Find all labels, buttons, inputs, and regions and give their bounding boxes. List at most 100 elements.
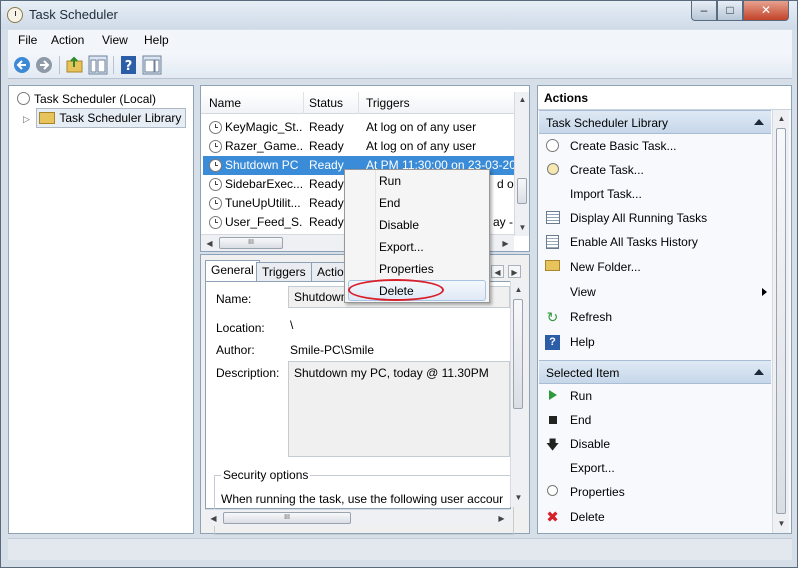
context-menu-properties[interactable]: Properties: [379, 262, 434, 276]
back-icon[interactable]: [12, 55, 32, 75]
scroll-down-icon[interactable]: ▼: [775, 517, 788, 530]
scroll-left-icon[interactable]: ◀: [207, 512, 220, 525]
tab-triggers[interactable]: Triggers: [256, 262, 312, 282]
task-name: SidebarExec...: [225, 177, 303, 191]
action-label: New Folder...: [570, 260, 641, 274]
scroll-right-icon[interactable]: ▶: [495, 512, 508, 525]
scroll-left-icon[interactable]: ◀: [203, 237, 216, 250]
clock-icon: [17, 92, 30, 105]
action-label: Disable: [570, 437, 611, 451]
scroll-up-icon[interactable]: ▲: [512, 283, 525, 296]
task-list-vertical-scrollbar[interactable]: ▲ ▼: [514, 92, 529, 236]
action-create-task[interactable]: Create Task...: [539, 159, 771, 181]
action-label: Properties: [570, 485, 625, 499]
scroll-up-icon[interactable]: ▲: [775, 112, 788, 125]
action-delete[interactable]: ✖ Delete: [539, 506, 771, 528]
task-status: Ready: [309, 139, 344, 153]
folder-icon: [545, 260, 560, 275]
column-divider[interactable]: [358, 92, 359, 114]
scroll-up-icon[interactable]: ▲: [516, 93, 529, 106]
general-tab-content: Name: Shutdown Location: \ Author: Smile…: [205, 281, 514, 535]
scroll-thumb[interactable]: [517, 178, 527, 204]
context-menu-export[interactable]: Export...: [379, 240, 424, 254]
task-clock-icon: [209, 121, 222, 134]
task-name: Shutdown PC: [225, 158, 299, 172]
play-icon: [545, 389, 560, 404]
action-help[interactable]: ? Help: [539, 331, 771, 353]
column-triggers[interactable]: Triggers: [366, 96, 410, 110]
task-name: Razer_Game...: [225, 139, 303, 153]
action-enable-history[interactable]: Enable All Tasks History: [539, 231, 771, 253]
menu-bar: File Action View Help: [8, 30, 792, 51]
action-properties[interactable]: Properties: [539, 481, 771, 503]
action-refresh[interactable]: ↻ Refresh: [539, 306, 771, 328]
scroll-down-icon[interactable]: ▼: [512, 491, 525, 504]
scroll-thumb[interactable]: III: [219, 237, 283, 249]
svg-text:?: ?: [125, 59, 133, 74]
minimize-button[interactable]: –: [691, 1, 717, 21]
actions-vertical-scrollbar[interactable]: ▲ ▼: [772, 110, 789, 533]
help-icon[interactable]: ?: [119, 55, 139, 75]
toolbar: ?: [8, 51, 792, 79]
action-disable[interactable]: 🡇 Disable: [539, 433, 771, 455]
task-clock-icon: [209, 178, 222, 191]
menu-help[interactable]: Help: [144, 33, 169, 47]
menu-action[interactable]: Action: [51, 33, 84, 47]
section-task-scheduler-library[interactable]: Task Scheduler Library: [539, 110, 771, 134]
tab-scroll-left-icon[interactable]: ◀: [491, 265, 504, 278]
column-name[interactable]: Name: [209, 96, 241, 110]
section-selected-item[interactable]: Selected Item: [539, 360, 771, 384]
details-horizontal-scrollbar[interactable]: ◀ III ▶: [205, 509, 510, 526]
action-new-folder[interactable]: New Folder...: [539, 256, 771, 278]
toolbar-separator: [113, 56, 114, 74]
forward-icon[interactable]: [34, 55, 54, 75]
scroll-right-icon[interactable]: ▶: [499, 237, 512, 250]
show-hide-console-tree-icon[interactable]: [88, 55, 108, 75]
tab-general[interactable]: General: [205, 260, 260, 283]
scroll-thumb[interactable]: III: [223, 512, 351, 524]
context-menu-end[interactable]: End: [379, 196, 400, 210]
tree-item-library[interactable]: Task Scheduler Library: [36, 108, 187, 128]
console-tree: Task Scheduler (Local) ▷ Task Scheduler …: [8, 85, 194, 534]
action-label: Delete: [570, 510, 605, 524]
scroll-thumb[interactable]: [513, 299, 523, 409]
scroll-thumb[interactable]: [776, 128, 786, 514]
action-end[interactable]: End: [539, 409, 771, 431]
details-vertical-scrollbar[interactable]: ▲ ▼: [510, 281, 526, 507]
task-name: User_Feed_S...: [225, 215, 303, 229]
expand-arrow-icon[interactable]: ▷: [23, 110, 33, 128]
action-label: End: [570, 413, 592, 427]
task-clock-icon: [209, 159, 222, 172]
column-status[interactable]: Status: [309, 96, 343, 110]
clock-wizard-icon: [545, 139, 560, 154]
action-create-basic-task[interactable]: Create Basic Task...: [539, 135, 771, 157]
maximize-button[interactable]: □: [717, 1, 743, 21]
tree-item-root[interactable]: Task Scheduler (Local): [17, 90, 156, 108]
show-action-pane-icon[interactable]: [142, 55, 162, 75]
action-run[interactable]: Run: [539, 385, 771, 407]
description-field[interactable]: Shutdown my PC, today @ 11.30PM: [288, 361, 510, 457]
context-menu-run[interactable]: Run: [379, 174, 401, 188]
task-row[interactable]: Razer_Game... Ready At log on of any use…: [203, 137, 516, 156]
author-label: Author:: [216, 343, 255, 357]
location-label: Location:: [216, 321, 265, 335]
column-divider[interactable]: [303, 92, 304, 114]
action-import-task[interactable]: Import Task...: [539, 183, 771, 205]
action-view[interactable]: View: [539, 281, 771, 303]
action-export[interactable]: Export...: [539, 457, 771, 479]
context-menu-disable[interactable]: Disable: [379, 218, 419, 232]
menu-file[interactable]: File: [18, 33, 37, 47]
close-button[interactable]: ✕: [743, 1, 789, 21]
folder-up-icon[interactable]: [65, 55, 85, 75]
task-scheduler-window: Task Scheduler – □ ✕ File Action View He…: [0, 0, 798, 568]
action-display-running-tasks[interactable]: Display All Running Tasks: [539, 207, 771, 229]
action-label: Enable All Tasks History: [570, 235, 698, 249]
collapse-icon[interactable]: [754, 119, 764, 125]
scroll-down-icon[interactable]: ▼: [516, 221, 529, 234]
menu-view[interactable]: View: [102, 33, 128, 47]
task-clock-icon: [209, 216, 222, 229]
tab-scroll-right-icon[interactable]: ▶: [508, 265, 521, 278]
location-value: \: [290, 318, 294, 332]
task-row[interactable]: KeyMagic_St... Ready At log on of any us…: [203, 118, 516, 137]
collapse-icon[interactable]: [754, 369, 764, 375]
